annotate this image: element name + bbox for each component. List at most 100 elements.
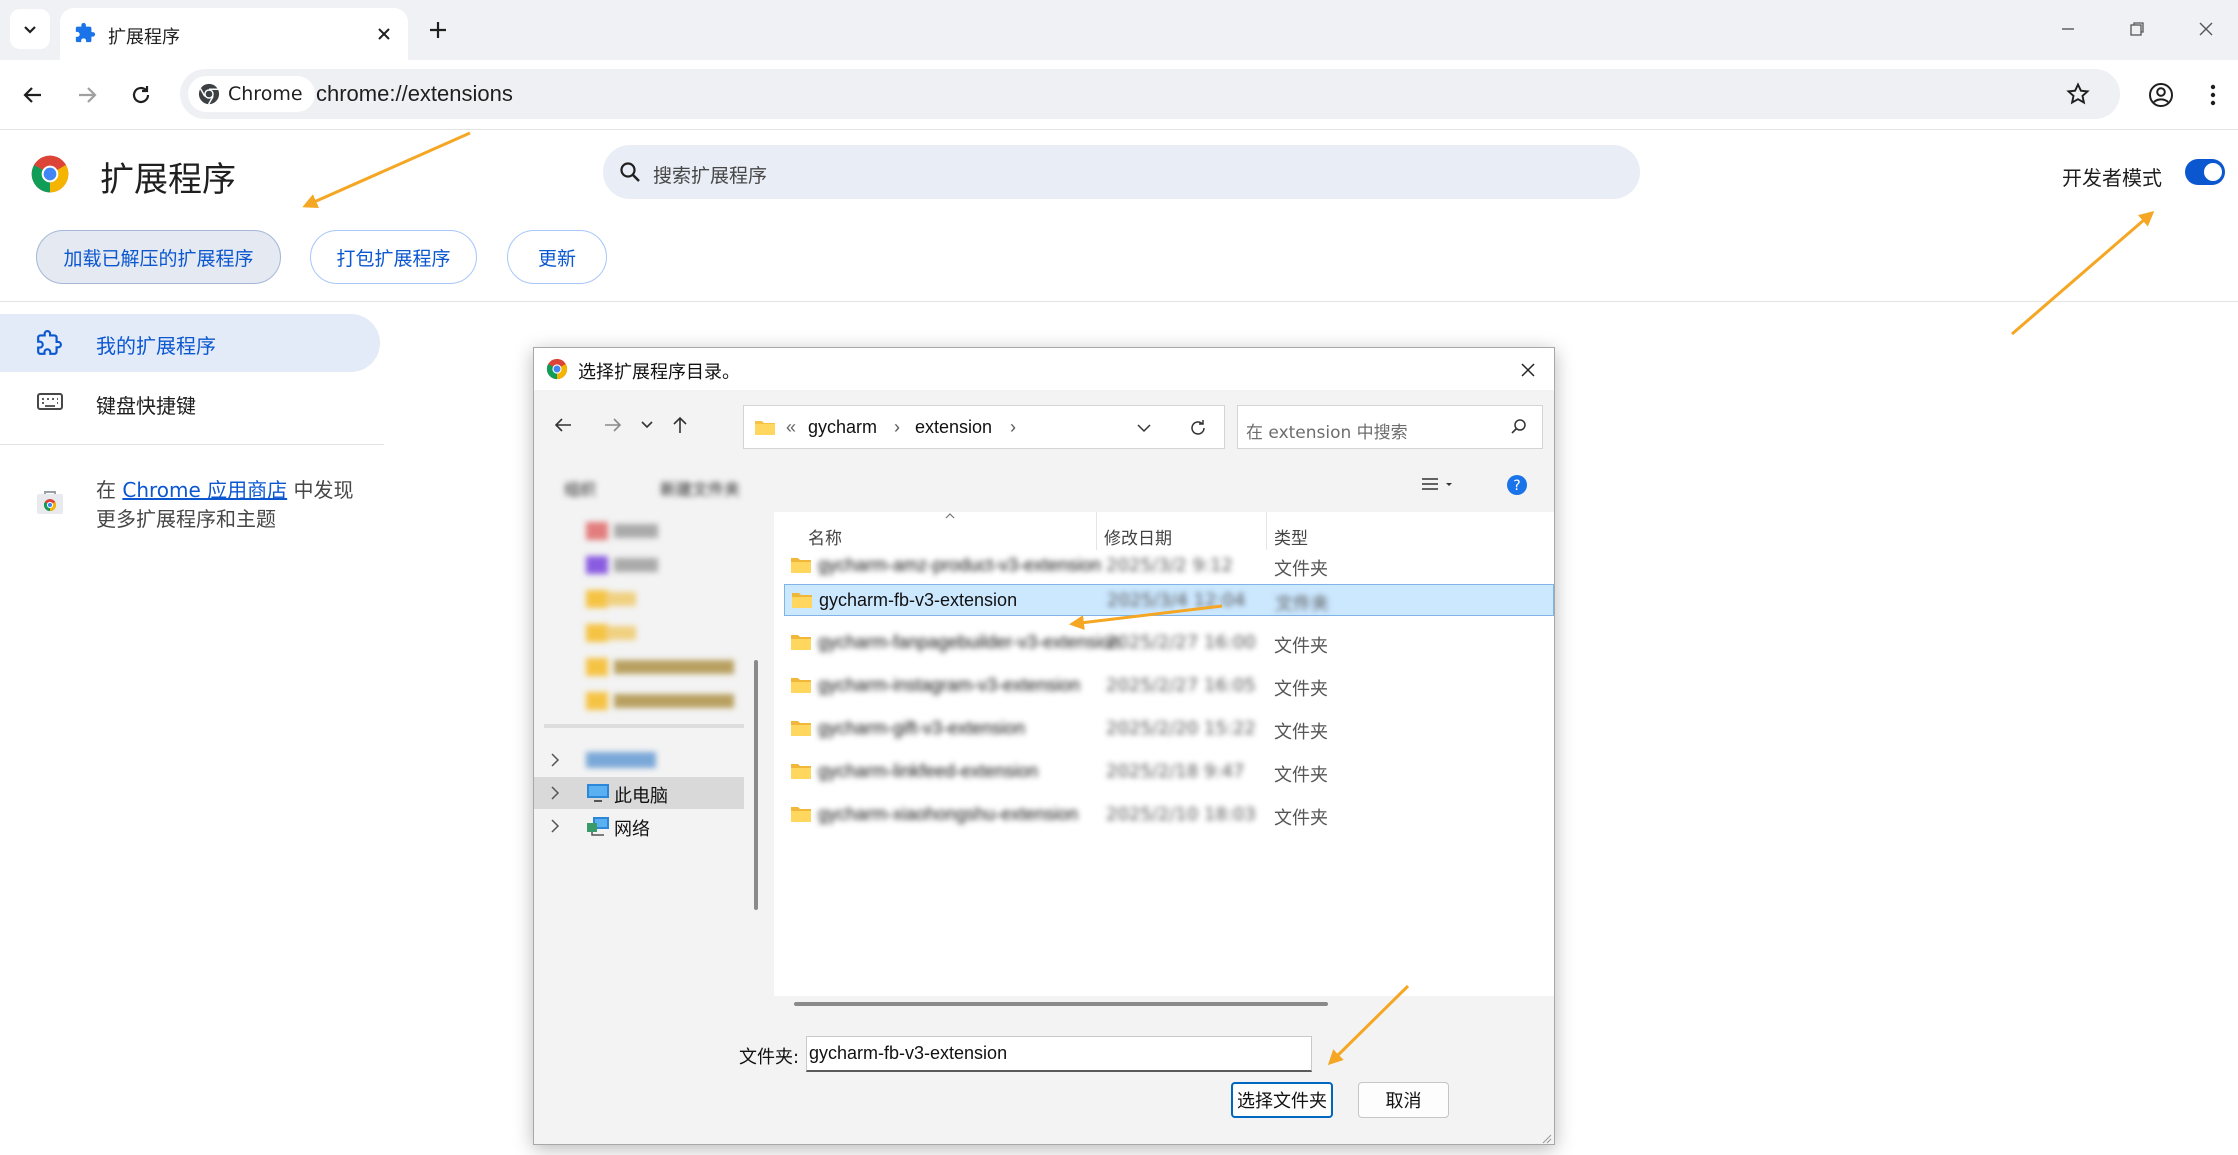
file-list-scrollbar[interactable] — [774, 996, 1554, 1012]
minimize-icon — [2062, 28, 2074, 30]
pack-extension-button[interactable]: 打包扩展程序 — [310, 230, 477, 284]
organize-menu[interactable]: 组织 — [564, 476, 596, 500]
tree-item-network[interactable]: 网络 — [534, 810, 744, 842]
new-tab-button[interactable] — [422, 14, 454, 46]
up-folder-button[interactable] — [665, 410, 695, 440]
sidebar-item-my-extensions[interactable]: 我的扩展程序 — [0, 314, 380, 372]
profile-icon[interactable] — [2148, 82, 2174, 108]
file-row[interactable]: gycharm-instagram-v3-extension 2025/2/27… — [784, 670, 1554, 702]
chevron-down-icon[interactable] — [1136, 423, 1152, 433]
resize-grip-icon[interactable] — [1540, 1132, 1552, 1144]
file-type: 文件夹 — [1274, 559, 1328, 580]
svg-text:?: ? — [1513, 478, 1520, 494]
sidebar-item-shortcuts[interactable]: 键盘快捷键 — [0, 374, 380, 432]
puzzle-icon — [74, 22, 96, 44]
dialog-close-icon[interactable] — [1514, 356, 1542, 384]
tab-strip: 扩展程序 — [0, 0, 2238, 60]
active-tab[interactable]: 扩展程序 — [60, 8, 408, 60]
search-icon — [1510, 418, 1528, 436]
select-folder-button[interactable]: 选择文件夹 — [1231, 1082, 1333, 1118]
navigation-pane[interactable]: 此电脑 网络 — [534, 512, 767, 1058]
column-separator[interactable] — [1266, 512, 1267, 550]
folder-icon — [790, 634, 812, 651]
recent-locations-button[interactable] — [632, 410, 662, 440]
dialog-search-placeholder: 在 extension 中搜索 — [1246, 423, 1408, 443]
close-tab-icon[interactable] — [372, 22, 396, 46]
dialog-forward-button[interactable] — [598, 410, 628, 440]
breadcrumb-separator: › — [1010, 417, 1016, 437]
forward-button[interactable] — [69, 77, 105, 113]
restore-button[interactable] — [2117, 12, 2157, 46]
file-type: 文件夹 — [1274, 808, 1328, 829]
file-row[interactable]: gycharm-amz-product-v3-extension 2025/3/… — [784, 550, 1554, 582]
kebab-menu-icon[interactable] — [2200, 82, 2226, 108]
breadcrumb-extension[interactable]: extension — [915, 417, 992, 438]
column-header-date[interactable]: 修改日期 — [1104, 524, 1172, 549]
folder-icon — [754, 418, 776, 436]
site-chip-label: Chrome — [228, 83, 303, 105]
file-name: gycharm-fb-v3-extension — [819, 590, 1018, 610]
web-store-link[interactable]: Chrome 应用商店 — [122, 478, 287, 502]
back-button[interactable] — [15, 77, 51, 113]
search-placeholder: 搜索扩展程序 — [653, 165, 768, 187]
star-icon[interactable] — [2066, 82, 2090, 106]
file-type: 文件夹 — [1275, 594, 1329, 615]
folder-icon — [790, 763, 812, 780]
quick-access-items[interactable] — [586, 522, 746, 710]
store-prefix: 在 — [96, 478, 123, 502]
refresh-icon[interactable] — [1188, 418, 1208, 438]
dialog-search-box[interactable]: 在 extension 中搜索 — [1237, 405, 1543, 449]
address-bar[interactable]: Chrome chrome://extensions — [180, 69, 2120, 119]
help-icon[interactable]: ? — [1506, 474, 1528, 496]
load-unpacked-button[interactable]: 加载已解压的扩展程序 — [36, 230, 281, 284]
tree-item-this-pc[interactable]: 此电脑 — [534, 777, 744, 809]
nav-scrollbar[interactable] — [749, 512, 763, 1058]
file-date: 2025/3/4 12:04 — [1107, 590, 1246, 611]
update-button[interactable]: 更新 — [507, 230, 607, 284]
file-list[interactable]: 名称 修改日期 类型 gycharm-amz-product-v3-extens… — [774, 512, 1554, 1012]
file-row[interactable]: gycharm-gift-v3-extension 2025/2/20 15:2… — [784, 713, 1554, 745]
file-row[interactable]: gycharm-linkfeed-extension 2025/2/18 9:4… — [784, 756, 1554, 788]
new-folder-button[interactable]: 新建文件夹 — [660, 476, 740, 500]
nav-scrollbar-thumb[interactable] — [754, 660, 758, 910]
chrome-logo-icon — [30, 154, 70, 194]
folder-icon — [791, 592, 813, 609]
developer-mode-toggle[interactable] — [2185, 159, 2225, 185]
file-row-selected[interactable]: gycharm-fb-v3-extension 2025/3/4 12:04 文… — [784, 584, 1554, 616]
tree-item-onedrive[interactable] — [534, 744, 744, 776]
column-header-type[interactable]: 类型 — [1274, 524, 1308, 549]
nav-separator — [544, 724, 744, 728]
url-text: chrome://extensions — [316, 81, 513, 106]
dialog-back-button[interactable] — [548, 410, 578, 440]
reload-icon — [132, 86, 150, 104]
minimize-button[interactable] — [2048, 12, 2088, 46]
sidebar-item-label: 我的扩展程序 — [96, 334, 216, 358]
site-chip[interactable]: Chrome — [188, 76, 315, 112]
dialog-titlebar: 选择扩展程序目录。 — [534, 348, 1554, 390]
folder-icon — [790, 677, 812, 694]
breadcrumb-gycharm[interactable]: gycharm — [808, 417, 877, 438]
chevron-right-icon[interactable] — [550, 752, 560, 768]
dialog-title: 选择扩展程序目录。 — [578, 362, 740, 383]
folder-name-input[interactable]: gycharm-fb-v3-extension — [806, 1036, 1312, 1072]
computer-icon — [586, 783, 610, 803]
tab-search-button[interactable] — [10, 9, 50, 49]
file-list-scrollbar-thumb[interactable] — [794, 1002, 1328, 1006]
dialog-address-bar[interactable]: « gycharm › extension › — [743, 405, 1225, 449]
arrow-left-icon — [23, 87, 41, 103]
chrome-logo-icon — [546, 358, 568, 380]
extension-search[interactable]: 搜索扩展程序 — [603, 145, 1640, 199]
close-window-button[interactable] — [2186, 12, 2226, 46]
reload-button[interactable] — [123, 77, 159, 113]
column-header-name[interactable]: 名称 — [808, 524, 842, 549]
column-separator[interactable] — [1096, 512, 1097, 550]
breadcrumb-overflow[interactable]: « — [786, 417, 796, 438]
file-row[interactable]: gycharm-xiaohongshu-extension 2025/2/10 … — [784, 799, 1554, 831]
view-options-icon[interactable] — [1420, 476, 1454, 494]
cancel-button[interactable]: 取消 — [1358, 1082, 1449, 1118]
folder-icon — [790, 806, 812, 823]
file-date: 2025/2/20 15:22 — [1106, 718, 1256, 739]
file-row[interactable]: gycharm-fanpagebuilder-v3-extension 2025… — [784, 627, 1554, 659]
chevron-right-icon[interactable] — [550, 785, 560, 801]
chevron-right-icon[interactable] — [550, 818, 560, 834]
